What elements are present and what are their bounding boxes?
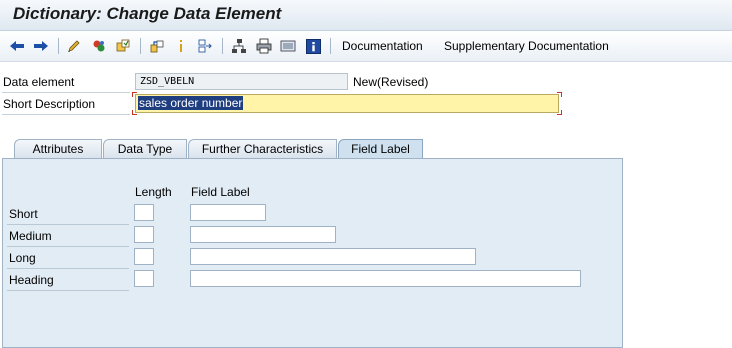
row-label-medium: Medium [9,229,52,243]
back-arrow-icon[interactable] [8,37,26,55]
short-description-label: Short Description [3,97,96,111]
tab-field-label[interactable]: Field Label [338,139,423,160]
required-corner-icon [132,110,137,115]
title-bar: Dictionary: Change Data Element [0,0,732,31]
edit-pencil-icon[interactable] [65,37,83,55]
toolbar-separator [330,38,331,54]
information-icon[interactable] [304,37,322,55]
data-element-label: Data element [3,75,75,89]
column-header-field-label: Field Label [191,185,250,199]
navigate-icon[interactable] [196,37,214,55]
check-object-icon[interactable] [90,37,108,55]
heading-field-label-input[interactable] [190,270,581,287]
label-underline [7,268,129,269]
toolbar-separator [222,38,223,54]
label-underline [2,92,130,93]
status-text: New(Revised) [353,75,429,89]
heading-length-input[interactable] [134,270,154,287]
row-label-heading: Heading [9,273,54,287]
label-underline [7,246,129,247]
application-toolbar: Documentation Supplementary Documentatio… [0,31,732,62]
tab-data-type[interactable]: Data Type [103,139,187,159]
label-underline [7,224,129,225]
activate-object-icon[interactable] [114,37,132,55]
tab-further-characteristics[interactable]: Further Characteristics [188,139,337,159]
medium-length-input[interactable] [134,226,154,243]
forward-arrow-icon[interactable] [32,37,50,55]
medium-field-label-input[interactable] [190,226,336,243]
supplementary-documentation-button[interactable]: Supplementary Documentation [444,39,609,53]
where-used-icon[interactable] [148,37,166,55]
row-label-long: Long [9,251,36,265]
window-title: Dictionary: Change Data Element [13,4,282,23]
required-corner-icon [557,92,562,97]
toolbar-separator [58,38,59,54]
short-field-label-input[interactable] [190,204,266,221]
info-marker-icon[interactable] [172,37,190,55]
tab-attributes[interactable]: Attributes [14,139,102,159]
print-icon[interactable] [255,37,273,55]
short-description-input[interactable]: sales order number [135,94,559,113]
required-corner-icon [132,92,137,97]
hierarchy-icon[interactable] [230,37,248,55]
documentation-button[interactable]: Documentation [342,39,423,53]
column-header-length: Length [135,185,172,199]
short-length-input[interactable] [134,204,154,221]
toolbar-separator [140,38,141,54]
display-list-icon[interactable] [279,37,297,55]
long-field-label-input[interactable] [190,248,476,265]
label-underline [2,114,130,115]
long-length-input[interactable] [134,248,154,265]
data-element-field: ZSD_VBELN [135,73,348,90]
selected-text: sales order number [138,96,244,110]
row-label-short: Short [9,207,38,221]
label-underline [7,290,129,291]
required-corner-icon [557,110,562,115]
